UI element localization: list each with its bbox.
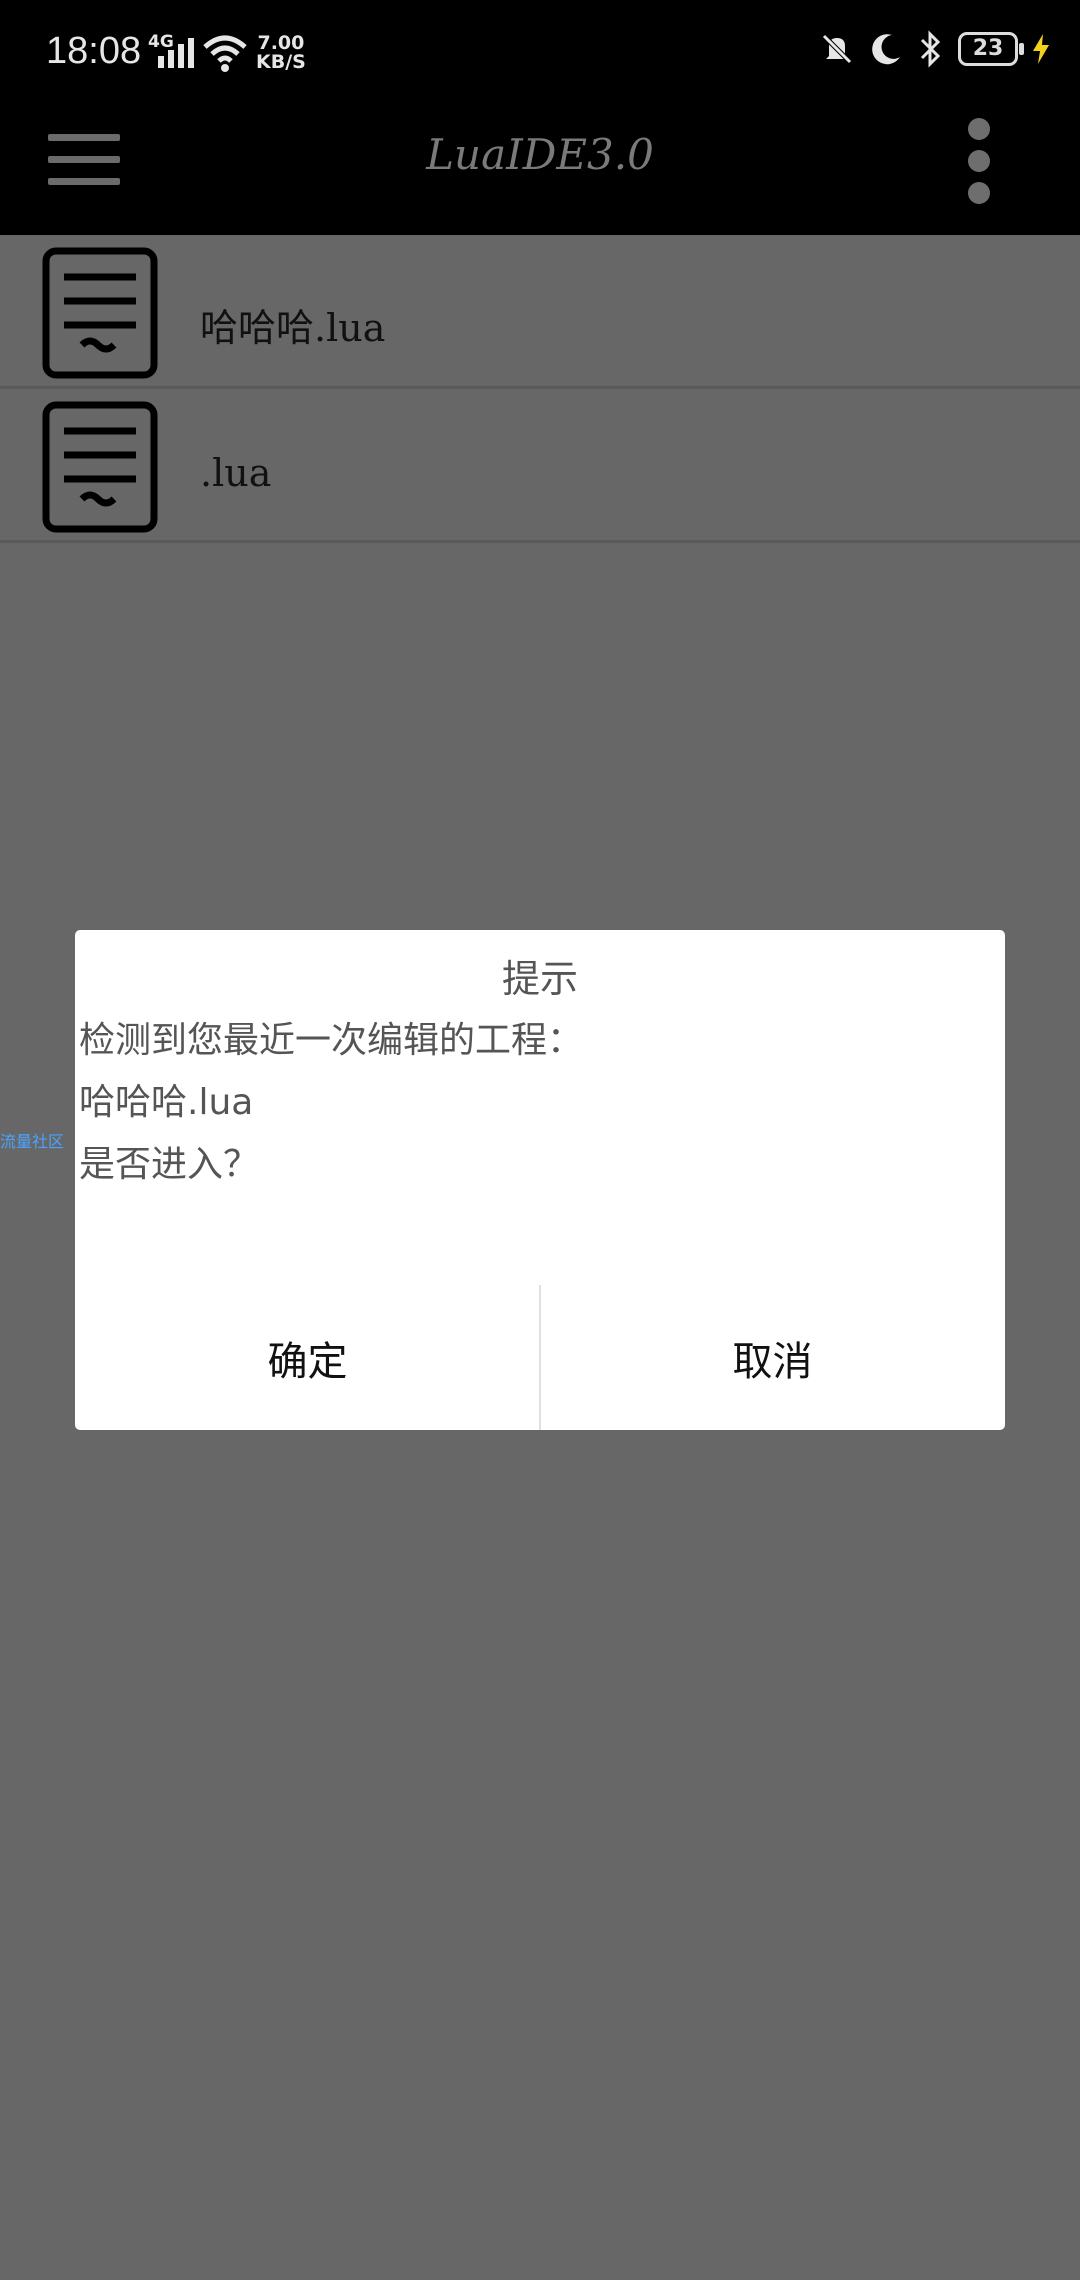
charging-icon [1033, 34, 1049, 64]
status-icons: 23 [820, 30, 1050, 68]
file-list: 哈哈哈.lua .lua [0, 235, 1080, 543]
file-icon [42, 247, 158, 379]
cancel-button[interactable]: 取消 [540, 1285, 1005, 1430]
recent-project-dialog: 提示 检测到您最近一次编辑的工程： 哈哈哈.lua 是否进入？ 确定 取消 [75, 930, 1005, 1430]
signal-icon [158, 38, 194, 68]
community-side-tab[interactable]: 流量社区 [0, 1128, 64, 1152]
status-time: 18:08 [46, 30, 142, 72]
file-list-item[interactable]: .lua [0, 389, 1080, 543]
wifi-icon [203, 35, 247, 72]
file-name: .lua [200, 451, 272, 495]
network-speed: 7.00 KB/S [256, 32, 306, 73]
status-bar: 18:08 4G 7.00 KB/S 23 [0, 0, 1080, 110]
dialog-actions: 确定 取消 [75, 1285, 1005, 1430]
file-list-item[interactable]: 哈哈哈.lua [0, 235, 1080, 389]
app-title: LuaIDE3.0 [426, 130, 654, 179]
battery-indicator: 23 [958, 32, 1024, 66]
file-icon [42, 401, 158, 533]
bell-off-icon [822, 34, 852, 64]
moon-icon [872, 34, 900, 65]
confirm-button[interactable]: 确定 [75, 1285, 540, 1430]
dialog-message: 检测到您最近一次编辑的工程： 哈哈哈.lua 是否进入？ [79, 1020, 584, 1185]
more-options-icon[interactable] [968, 118, 992, 206]
bluetooth-icon [920, 30, 941, 68]
file-name: 哈哈哈.lua [200, 306, 386, 350]
dialog-title: 提示 [501, 957, 578, 1001]
